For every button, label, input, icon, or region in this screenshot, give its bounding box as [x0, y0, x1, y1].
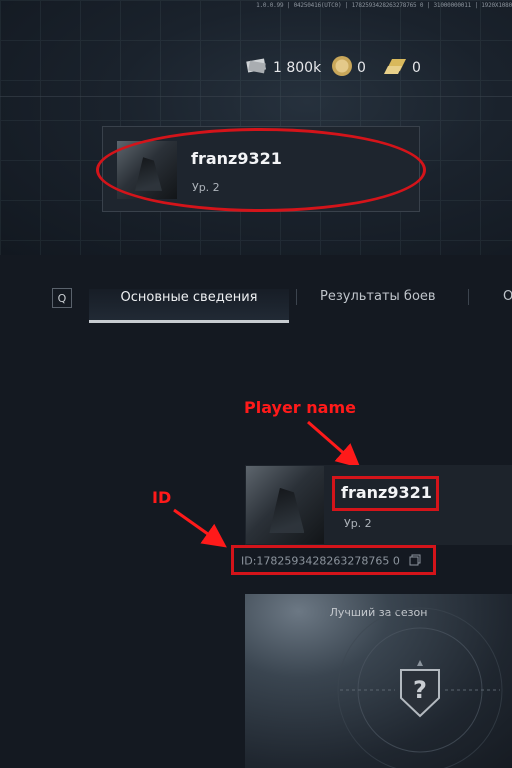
detail-player-level: Ур. 2 — [344, 517, 372, 530]
detail-avatar — [246, 466, 324, 544]
name-highlight-box — [332, 476, 439, 511]
season-best-panel: Лучший за сезон ? — [245, 594, 512, 768]
rank-radar — [337, 607, 503, 768]
unknown-rank-icon: ? — [395, 658, 445, 724]
svg-text:?: ? — [413, 676, 427, 704]
id-highlight-box — [231, 545, 436, 575]
